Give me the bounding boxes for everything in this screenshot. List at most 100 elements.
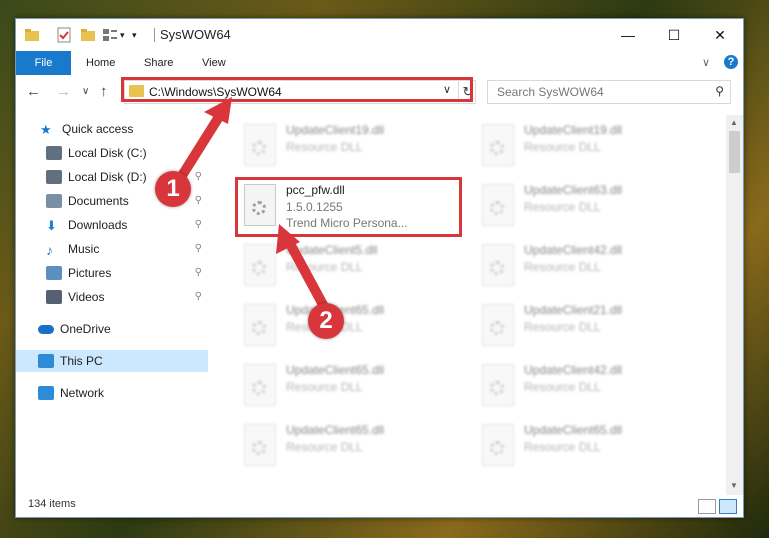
file-name: UpdateClient63.dll — [524, 183, 623, 197]
pin-icon: ⚲ — [194, 171, 202, 182]
forward-icon[interactable]: → — [56, 83, 71, 100]
file-item[interactable]: UpdateClient65.dllResource DLL — [238, 299, 468, 353]
file-name: UpdateClient19.dll — [286, 123, 385, 137]
file-item[interactable]: UpdateClient63.dll Resource DLL — [476, 179, 706, 233]
tab-file[interactable]: File — [16, 51, 71, 75]
file-company: Trend Micro Persona... — [286, 216, 408, 230]
dll-file-icon — [482, 364, 514, 406]
pin-icon: ⚲ — [194, 267, 202, 278]
quick-access-dropdown-icon[interactable]: ▾ — [132, 27, 148, 43]
maximize-button[interactable]: ☐ — [651, 19, 697, 51]
search-icon[interactable]: ⚲ — [715, 84, 724, 98]
sidebar-item-label: Local Disk (C:) — [68, 146, 147, 160]
folder-icon — [24, 27, 40, 43]
file-item[interactable]: UpdateClient65.dllResource DLL — [238, 419, 468, 473]
window-title: SysWOW64 — [160, 27, 231, 42]
file-description: Resource DLL — [286, 380, 363, 394]
sidebar-item-label: Pictures — [68, 266, 112, 280]
file-name: UpdateClient5.dll — [286, 243, 378, 257]
sidebar-item-label: Local Disk (D:) — [68, 170, 147, 184]
address-bar-highlight — [121, 77, 473, 102]
dll-file-icon — [244, 424, 276, 466]
title-separator — [154, 28, 155, 42]
sidebar-item-this-pc[interactable]: This PC — [16, 350, 208, 372]
dll-file-icon — [244, 304, 276, 346]
music-icon: ♪ — [46, 242, 53, 258]
maximize-icon: ☐ — [667, 26, 681, 43]
file-name: pcc_pfw.dll — [286, 183, 345, 197]
file-item[interactable]: UpdateClient21.dll Resource DLL — [476, 299, 706, 353]
cloud-icon — [38, 324, 54, 334]
sidebar-item-local-disk-c[interactable]: Local Disk (C:) ⚲ — [16, 142, 208, 164]
pin-icon: ⚲ — [194, 195, 202, 206]
file-name: UpdateClient65.dll — [286, 363, 385, 377]
new-folder-icon[interactable] — [80, 27, 96, 43]
dll-file-icon — [244, 124, 276, 166]
file-description: Resource DLL — [286, 260, 363, 274]
explorer-window: ▾ ▾ SysWOW64 — ☐ ✕ File Home Share View … — [15, 18, 744, 518]
minimize-button[interactable]: — — [605, 19, 651, 51]
file-item[interactable]: UpdateClient65.dll Resource DLL — [238, 359, 468, 413]
sidebar-item-label: Network — [60, 386, 105, 400]
file-description: Resource DLL — [524, 380, 601, 394]
tiles-view-icon[interactable] — [719, 499, 737, 514]
file-item[interactable]: UpdateClient42.dll Resource DLL — [476, 239, 706, 293]
sidebar-item-label: OneDrive — [60, 322, 111, 336]
scroll-down-icon[interactable]: ▼ — [730, 481, 738, 490]
file-item[interactable]: UpdateClient42.dll Resource DLL — [476, 359, 706, 413]
file-description: Resource DLL — [286, 440, 363, 454]
recent-locations-icon[interactable]: ∨ — [82, 86, 89, 97]
file-item[interactable]: UpdateClient19.dll Resource DLL — [476, 119, 706, 173]
sidebar-item-quick-access[interactable]: ★ Quick access — [16, 118, 208, 140]
scroll-thumb[interactable] — [729, 131, 740, 173]
network-icon — [38, 386, 54, 400]
tab-home[interactable]: Home — [86, 51, 115, 75]
sidebar-item-pictures[interactable]: Pictures ⚲ — [16, 262, 208, 284]
pin-icon: ⚲ — [194, 147, 202, 158]
expand-ribbon-icon[interactable]: ∨ — [702, 56, 710, 69]
file-item-pcc-pfw[interactable]: pcc_pfw.dll 1.5.0.1255 Trend Micro Perso… — [238, 179, 468, 233]
navigation-bar: ← → ∨ ↑ C:\Windows\SysWOW64 ∨ ↻ Search S… — [16, 75, 743, 109]
sidebar-item-onedrive[interactable]: OneDrive — [16, 318, 208, 340]
pin-icon: ⚲ — [194, 291, 202, 302]
sidebar-item-label: This PC — [60, 354, 103, 368]
up-icon[interactable]: ↑ — [100, 83, 108, 100]
sidebar-item-network[interactable]: Network — [16, 382, 208, 404]
close-button[interactable]: ✕ — [697, 19, 743, 51]
status-bar: 134 items — [16, 495, 743, 517]
file-name: UpdateClient21.dll — [524, 303, 623, 317]
step-1-badge: 1 — [155, 171, 191, 207]
dll-file-icon — [244, 364, 276, 406]
sidebar-item-videos[interactable]: Videos ⚲ — [16, 286, 208, 308]
view-options-icon[interactable] — [102, 27, 118, 43]
properties-icon[interactable] — [56, 27, 72, 43]
dll-file-icon — [482, 184, 514, 226]
tab-share[interactable]: Share — [144, 51, 173, 75]
sidebar-item-label: Videos — [68, 290, 105, 304]
scroll-up-icon[interactable]: ▲ — [730, 118, 738, 127]
file-item[interactable]: UpdateClient19.dll Resource DLL — [238, 119, 468, 173]
search-input[interactable]: Search SysWOW64 — [497, 85, 604, 99]
back-icon[interactable]: ← — [26, 83, 41, 100]
details-view-icon[interactable] — [698, 499, 716, 514]
file-name: UpdateClient19.dll — [524, 123, 623, 137]
vertical-scrollbar[interactable]: ▲ ▼ — [726, 115, 743, 495]
drive-icon — [46, 146, 62, 160]
dll-file-icon — [482, 424, 514, 466]
file-item[interactable]: UpdateClient5.dll Resource DLL — [238, 239, 468, 293]
sidebar-item-music[interactable]: ♪ Music ⚲ — [16, 238, 208, 260]
drive-icon — [46, 170, 62, 184]
search-box[interactable]: Search SysWOW64 ⚲ — [487, 80, 731, 104]
sidebar-item-label: Downloads — [68, 218, 128, 232]
help-icon[interactable]: ? — [724, 55, 738, 69]
videos-icon — [46, 290, 62, 304]
sidebar-item-label: Documents — [68, 194, 129, 208]
file-description: Resource DLL — [524, 200, 601, 214]
dll-file-icon — [244, 244, 276, 286]
file-item[interactable]: UpdateClient65.dllResource DLL — [476, 419, 706, 473]
dll-file-icon — [482, 244, 514, 286]
tab-view[interactable]: View — [202, 51, 226, 75]
pin-icon: ⚲ — [194, 219, 202, 230]
sidebar-item-downloads[interactable]: ⬇ Downloads ⚲ — [16, 214, 208, 236]
file-description: Resource DLL — [524, 440, 601, 454]
